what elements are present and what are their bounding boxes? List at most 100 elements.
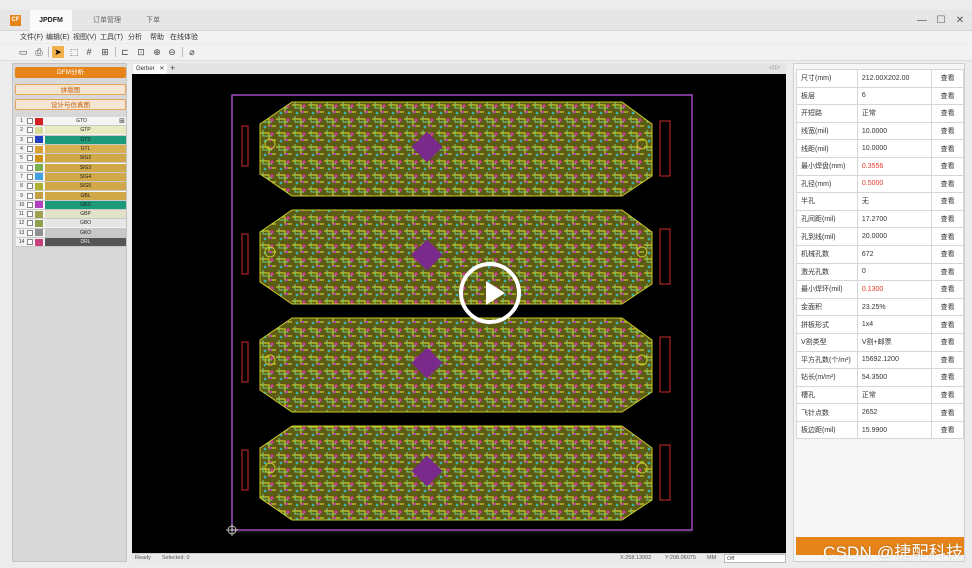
layer-visibility-checkbox[interactable]	[27, 192, 33, 199]
select-area-icon[interactable]: ⬚	[68, 46, 80, 58]
view-link[interactable]: 查看	[931, 385, 964, 405]
layer-visibility-checkbox[interactable]	[27, 136, 33, 143]
layer-row[interactable]: 13 GKO	[16, 228, 126, 238]
layer-visibility-checkbox[interactable]	[27, 127, 33, 134]
expand-layers-icon[interactable]: ⊞	[118, 117, 126, 125]
property-row: 孔到线(mil) 20.0000 查看	[796, 227, 964, 246]
layer-row[interactable]: 4 GTL	[16, 144, 126, 155]
folder-open-icon[interactable]: ▭	[17, 46, 29, 58]
menu-file[interactable]: 文件(F)	[20, 32, 43, 42]
layer-color-swatch[interactable]	[35, 219, 43, 227]
view-link[interactable]: 查看	[931, 227, 964, 246]
fit-icon[interactable]: ⊡	[135, 46, 147, 58]
table-icon[interactable]: ⊞	[99, 46, 111, 58]
select-pointer-icon[interactable]: ➤	[52, 46, 64, 58]
minimize-icon[interactable]: —	[916, 15, 928, 27]
view-link[interactable]: 查看	[931, 403, 964, 422]
menu-online[interactable]: 在线体验	[170, 32, 198, 42]
layer-color-swatch[interactable]	[35, 117, 43, 125]
zoom-out-icon[interactable]: ⊖	[166, 46, 178, 58]
view-link[interactable]: 查看	[931, 420, 964, 440]
layer-visibility-checkbox[interactable]	[27, 211, 33, 218]
layer-color-swatch[interactable]	[35, 192, 43, 200]
layer-visibility-checkbox[interactable]	[27, 164, 33, 171]
layer-row[interactable]: 14 DRL	[16, 237, 126, 248]
layer-color-swatch[interactable]	[35, 145, 43, 153]
play-video-icon[interactable]	[459, 262, 521, 324]
panel-view-button[interactable]: 拼版图	[15, 84, 126, 95]
view-link[interactable]: 查看	[931, 262, 964, 282]
close-icon[interactable]: ✕	[954, 15, 966, 27]
view-link[interactable]: 查看	[931, 368, 964, 387]
layer-visibility-checkbox[interactable]	[27, 201, 33, 208]
menu-help[interactable]: 帮助	[150, 32, 164, 42]
view-link[interactable]: 查看	[931, 280, 964, 299]
measure-icon[interactable]: ⌀	[186, 46, 198, 58]
layer-visibility-checkbox[interactable]	[27, 229, 33, 236]
layer-row[interactable]: 12 GBO	[16, 219, 126, 229]
view-link[interactable]: 查看	[931, 156, 964, 176]
maximize-icon[interactable]: ☐	[935, 15, 947, 27]
layer-row[interactable]: 11 GBP	[16, 209, 126, 220]
view-link[interactable]: 查看	[931, 192, 964, 211]
layer-visibility-checkbox[interactable]	[27, 173, 33, 180]
layer-row[interactable]: 1 GTO ⊞	[16, 117, 126, 127]
tab-jpdfm[interactable]: JPDFM	[30, 10, 72, 31]
layer-row[interactable]: 2 GTP	[16, 126, 126, 136]
menu-tools[interactable]: 工具(T)	[100, 32, 123, 42]
layer-row[interactable]: 9 GBL	[16, 191, 126, 201]
layer-row[interactable]: 10 GBS	[16, 200, 126, 210]
view-link[interactable]: 查看	[931, 315, 964, 334]
layer-color-swatch[interactable]	[35, 182, 43, 190]
layer-row[interactable]: 3 GTS	[16, 135, 126, 145]
layer-visibility-checkbox[interactable]	[27, 146, 33, 153]
layer-row[interactable]: 7 SIG4	[16, 172, 126, 183]
align-icon[interactable]: ⊏	[119, 46, 131, 58]
layer-color-swatch[interactable]	[35, 164, 43, 172]
layer-row[interactable]: 6 SIG3	[16, 163, 126, 173]
layer-visibility-checkbox[interactable]	[27, 183, 33, 190]
layer-color-swatch[interactable]	[35, 136, 43, 144]
tab-place-order[interactable]: 下单	[140, 10, 166, 31]
layer-color-swatch[interactable]	[35, 210, 43, 218]
view-link[interactable]: 查看	[931, 139, 964, 158]
tab-close-icon[interactable]: ✕	[159, 66, 164, 72]
layer-visibility-checkbox[interactable]	[27, 155, 33, 162]
layer-visibility-checkbox[interactable]	[27, 239, 33, 245]
dfm-analysis-button[interactable]: DFM分析	[15, 67, 126, 78]
menu-edit[interactable]: 编辑(E)	[46, 32, 69, 42]
view-link[interactable]: 查看	[931, 104, 964, 123]
view-link[interactable]: 查看	[931, 174, 964, 194]
tab-gerber[interactable]: Gerber ✕	[133, 64, 167, 74]
tab-nav-arrows[interactable]: ◁ ▷	[769, 63, 780, 74]
layer-number: 4	[20, 146, 23, 153]
layer-color-swatch[interactable]	[35, 238, 43, 246]
view-link[interactable]: 查看	[931, 244, 964, 264]
view-link[interactable]: 查看	[931, 332, 964, 352]
view-link[interactable]: 查看	[931, 69, 964, 88]
view-link[interactable]: 查看	[931, 86, 964, 106]
add-tab-icon[interactable]: +	[170, 63, 175, 74]
layer-color-swatch[interactable]	[35, 154, 43, 162]
layer-color-swatch[interactable]	[35, 173, 43, 181]
layer-color-swatch[interactable]	[35, 201, 43, 209]
layer-visibility-checkbox[interactable]	[27, 118, 33, 125]
grid-icon[interactable]: #	[83, 46, 95, 58]
view-link[interactable]: 查看	[931, 350, 964, 370]
zoom-in-icon[interactable]: ⊕	[151, 46, 163, 58]
layer-row[interactable]: 8 SIG5	[16, 182, 126, 192]
layer-visibility-checkbox[interactable]	[27, 220, 33, 227]
gerber-canvas[interactable]	[132, 74, 786, 553]
layer-color-swatch[interactable]	[35, 126, 43, 134]
menu-analysis[interactable]: 分析	[128, 32, 142, 42]
unit-select[interactable]: Off	[724, 554, 786, 563]
view-link[interactable]: 查看	[931, 297, 964, 317]
layer-color-swatch[interactable]	[35, 229, 43, 237]
layer-row[interactable]: 5 SIG2	[16, 154, 126, 164]
print-icon[interactable]: ⎙	[33, 46, 45, 58]
menu-view[interactable]: 视图(V)	[73, 32, 96, 42]
view-link[interactable]: 查看	[931, 209, 964, 229]
view-link[interactable]: 查看	[931, 121, 964, 141]
tab-order-management[interactable]: 订单管理	[82, 10, 132, 31]
design-sim-button[interactable]: 设计与仿真图	[15, 99, 126, 110]
